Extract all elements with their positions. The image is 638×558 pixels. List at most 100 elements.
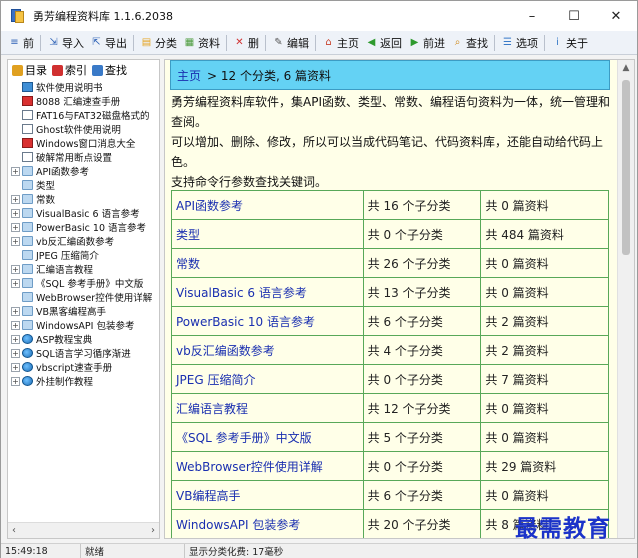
tab-search[interactable]: 查找 (92, 62, 127, 78)
category-link[interactable]: WebBrowser控件使用详解 (171, 451, 364, 481)
tree-item[interactable]: JPEG 压缩简介 (8, 248, 159, 262)
toolbar-search-button[interactable]: ⌕ 查找 (448, 33, 491, 53)
tree-item[interactable]: + vbscript速查手册 (8, 360, 159, 374)
tree-item[interactable]: 软件使用说明书 (8, 80, 159, 94)
close-button[interactable]: ✕ (595, 1, 637, 31)
table-row: API函数参考共 16 个子分类共 0 篇资料 (171, 190, 609, 220)
toolbar-label: 返回 (380, 36, 402, 50)
content-vertical-scrollbar[interactable]: ▲ (617, 60, 634, 538)
folder-icon (22, 292, 33, 302)
tree-item[interactable]: + VB黑客编程高手 (8, 304, 159, 318)
toolbar-label: 导入 (62, 36, 84, 50)
tab-contents[interactable]: 目录 (12, 62, 47, 78)
about-icon: i (556, 36, 559, 48)
expand-toggle-icon[interactable]: + (11, 376, 20, 386)
toolbar-options-button[interactable]: ☰ 选项 (498, 33, 541, 53)
category-tree[interactable]: 软件使用说明书 8088 汇编速查手册 FAT16与FAT32磁盘格式的 Ghost软… (8, 80, 159, 520)
folder-icon (22, 264, 33, 274)
category-icon: ▤ (141, 36, 152, 48)
category-link[interactable]: PowerBasic 10 语言参考 (171, 306, 364, 336)
tree-item[interactable]: + PowerBasic 10 语言参考 (8, 220, 159, 234)
expand-toggle-icon[interactable]: + (11, 362, 20, 372)
toolbar-forward-button[interactable]: ▶ 前进 (405, 33, 448, 53)
toolbar-label: 主页 (337, 36, 359, 50)
toolbar-back-button[interactable]: ◀ 返回 (362, 33, 405, 53)
category-tree-pane: 目录 索引 查找 软件使用说明书 8088 汇编速查手册 FAT16与FAT32磁盘格式… (7, 59, 160, 539)
category-link[interactable]: VB编程高手 (171, 480, 364, 510)
tree-item-label: 汇编语言教程 (36, 265, 94, 276)
menu-icon: ≡ (10, 36, 19, 48)
subcategory-count: 共 13 个子分类 (362, 277, 482, 307)
subcategory-count: 共 0 个子分类 (362, 364, 482, 394)
expand-toggle-icon[interactable]: + (11, 320, 20, 330)
toolbar-data-button[interactable]: ▦ 资料 (180, 33, 223, 53)
category-link[interactable]: 常数 (171, 248, 364, 278)
tree-item[interactable]: + WindowsAPI 包装参考 (8, 318, 159, 332)
tree-item[interactable]: 8088 汇编速查手册 (8, 94, 159, 108)
breadcrumb-home-link[interactable]: 主页 (177, 67, 201, 84)
tree-item[interactable]: WebBrowser控件使用详解 (8, 290, 159, 304)
expand-toggle-icon[interactable]: + (11, 278, 20, 288)
expand-toggle-icon[interactable]: + (11, 264, 20, 274)
tree-horizontal-scrollbar[interactable]: ‹ › (8, 522, 159, 538)
tree-item[interactable]: Ghost软件使用说明 (8, 122, 159, 136)
toolbar-import-button[interactable]: ⇲ 导入 (44, 33, 87, 53)
expand-toggle-icon[interactable]: + (11, 222, 20, 232)
table-row: vb反汇编函数参考共 4 个子分类共 2 篇资料 (171, 335, 609, 365)
article-count: 共 2 篇资料 (480, 335, 609, 365)
book-icon (22, 82, 33, 92)
category-link[interactable]: WindowsAPI 包装参考 (171, 509, 364, 538)
expand-toggle-icon[interactable]: + (11, 348, 20, 358)
toolbar-about-button[interactable]: i 关于 (548, 33, 591, 53)
status-message: 显示分类化费: 17毫秒 (189, 547, 284, 558)
toolbar-edit-button[interactable]: ✎ 编辑 (269, 33, 312, 53)
scroll-thumb[interactable] (622, 80, 630, 255)
tree-item[interactable]: + 汇编语言教程 (8, 262, 159, 276)
toolbar-delete-button[interactable]: ✕ 删 (230, 33, 262, 53)
toolbar-category-button[interactable]: ▤ 分类 (137, 33, 180, 53)
folder-icon (22, 166, 33, 176)
scroll-right-icon[interactable]: › (151, 525, 155, 536)
tree-item[interactable]: FAT16与FAT32磁盘格式的 (8, 108, 159, 122)
tree-item-label: WindowsAPI 包装参考 (36, 321, 135, 332)
tree-item[interactable]: Windows窗口消息大全 (8, 136, 159, 150)
tree-item[interactable]: + VisualBasic 6 语言参考 (8, 206, 159, 220)
tree-item[interactable]: + 《SQL 参考手册》中文版 (8, 276, 159, 290)
category-link[interactable]: 类型 (171, 219, 364, 249)
category-link[interactable]: API函数参考 (171, 190, 364, 220)
delete-icon: ✕ (235, 36, 244, 48)
maximize-button[interactable]: ☐ (553, 1, 595, 31)
tree-item[interactable]: + 外挂制作教程 (8, 374, 159, 388)
category-link[interactable]: VisualBasic 6 语言参考 (171, 277, 364, 307)
minimize-button[interactable]: – (511, 1, 553, 31)
toolbar-menu-button[interactable]: ≡ 前 (5, 33, 37, 53)
toolbar-export-button[interactable]: ⇱ 导出 (87, 33, 130, 53)
tree-item[interactable]: + 常数 (8, 192, 159, 206)
expand-toggle-icon[interactable]: + (11, 166, 20, 176)
category-link[interactable]: vb反汇编函数参考 (171, 335, 364, 365)
expand-toggle-icon[interactable]: + (11, 208, 20, 218)
toolbar-home-button[interactable]: ⌂ 主页 (319, 33, 362, 53)
toolbar-label: 关于 (566, 36, 588, 50)
subcategory-count: 共 16 个子分类 (362, 190, 482, 220)
tree-item[interactable]: + ASP教程宝典 (8, 332, 159, 346)
expand-toggle-icon[interactable]: + (11, 334, 20, 344)
tree-item[interactable]: + API函数参考 (8, 164, 159, 178)
expand-toggle-icon[interactable]: + (11, 194, 20, 204)
scroll-left-icon[interactable]: ‹ (12, 525, 16, 536)
article-count: 共 7 篇资料 (480, 364, 609, 394)
tree-item[interactable]: 破解常用断点设置 (8, 150, 159, 164)
expand-toggle-icon[interactable]: + (11, 306, 20, 316)
expand-toggle-icon[interactable]: + (11, 236, 20, 246)
tree-item[interactable]: + vb反汇编函数参考 (8, 234, 159, 248)
scroll-up-icon[interactable]: ▲ (618, 60, 634, 76)
folder-icon (22, 320, 33, 330)
category-link[interactable]: 《SQL 参考手册》中文版 (171, 422, 364, 452)
tree-item[interactable]: + SQL语言学习循序渐进 (8, 346, 159, 360)
article-count: 共 0 篇资料 (480, 277, 609, 307)
category-link[interactable]: JPEG 压缩简介 (171, 364, 364, 394)
tab-index[interactable]: 索引 (52, 62, 87, 78)
category-link[interactable]: 汇编语言教程 (171, 393, 364, 423)
tree-item[interactable]: 类型 (8, 178, 159, 192)
export-icon: ⇱ (92, 36, 101, 48)
